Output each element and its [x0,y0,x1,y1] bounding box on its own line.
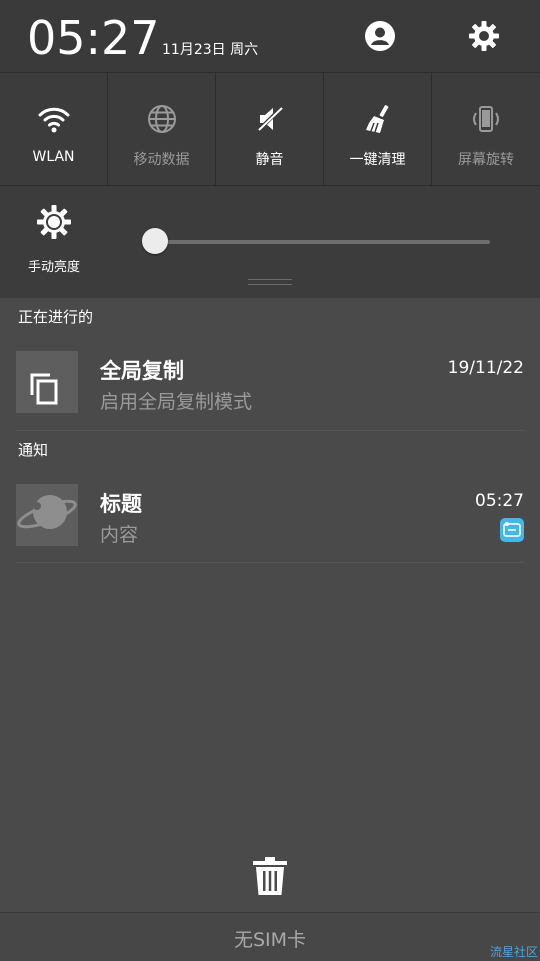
divider [16,562,524,563]
speaker-muted-icon [256,105,284,133]
broom-icon [366,105,389,133]
tile-label: WLAN [32,149,75,165]
user-account-button[interactable] [362,18,398,54]
notification-time: 19/11/22 [447,358,524,378]
tile-mobile-data[interactable]: 移动数据 [108,73,216,185]
divider [16,430,524,431]
tile-mute[interactable]: 静音 [216,73,324,185]
quick-settings-row: WLAN 移动数据 静音 一键清理 屏幕旋转 [0,73,540,185]
clear-all-button[interactable] [252,856,288,896]
notification-text: 启用全局复制模式 [100,391,253,413]
watermark: 流星社区 [489,945,538,959]
brightness-label: 手动亮度 [27,260,80,275]
globe-icon [148,105,176,133]
tile-label: 静音 [255,152,284,168]
app-badge-icon [500,518,524,542]
drag-handle[interactable] [248,284,292,285]
tile-wlan[interactable]: WLAN [0,73,108,185]
section-title-ongoing: 正在进行的 [18,308,94,326]
planet-icon [17,495,77,529]
wifi-icon [38,107,70,133]
brightness-toggle[interactable] [36,204,72,240]
user-account-icon [365,21,395,51]
brightness-icon [37,205,71,239]
phone-rotate-icon [473,106,499,132]
drag-handle[interactable] [248,279,292,280]
trash-icon [253,857,287,895]
status-header: 05:27 11月23日 周六 [0,0,540,73]
brightness-slider-thumb[interactable] [142,228,168,254]
brightness-slider-track[interactable] [154,240,490,244]
tile-label: 移动数据 [133,152,190,168]
carrier-label: 无SIM卡 [233,929,307,951]
notification-title: 标题 [100,492,142,516]
clock: 05:27 [27,11,160,65]
date-label: 11月23日 周六 [162,42,259,58]
tile-label: 屏幕旋转 [458,152,514,168]
tile-one-key-clean[interactable]: 一键清理 [324,73,432,185]
notification-icon-box [16,484,78,546]
carrier-bar: 无SIM卡 [0,912,540,961]
notification-text: 内容 [100,524,139,546]
settings-button[interactable] [466,18,502,54]
notification-item[interactable]: 标题 内容 05:27 [0,474,540,558]
gear-icon [469,21,499,51]
tile-screen-rotation[interactable]: 屏幕旋转 [432,73,540,185]
section-title-notifications: 通知 [18,441,49,459]
notification-icon-box [16,351,78,413]
tile-label: 一键清理 [349,152,406,168]
notification-title: 全局复制 [100,359,184,383]
notification-time: 05:27 [475,491,524,511]
ongoing-notification[interactable]: 全局复制 启用全局复制模式 19/11/22 [0,341,540,425]
copy-icon [30,373,58,405]
